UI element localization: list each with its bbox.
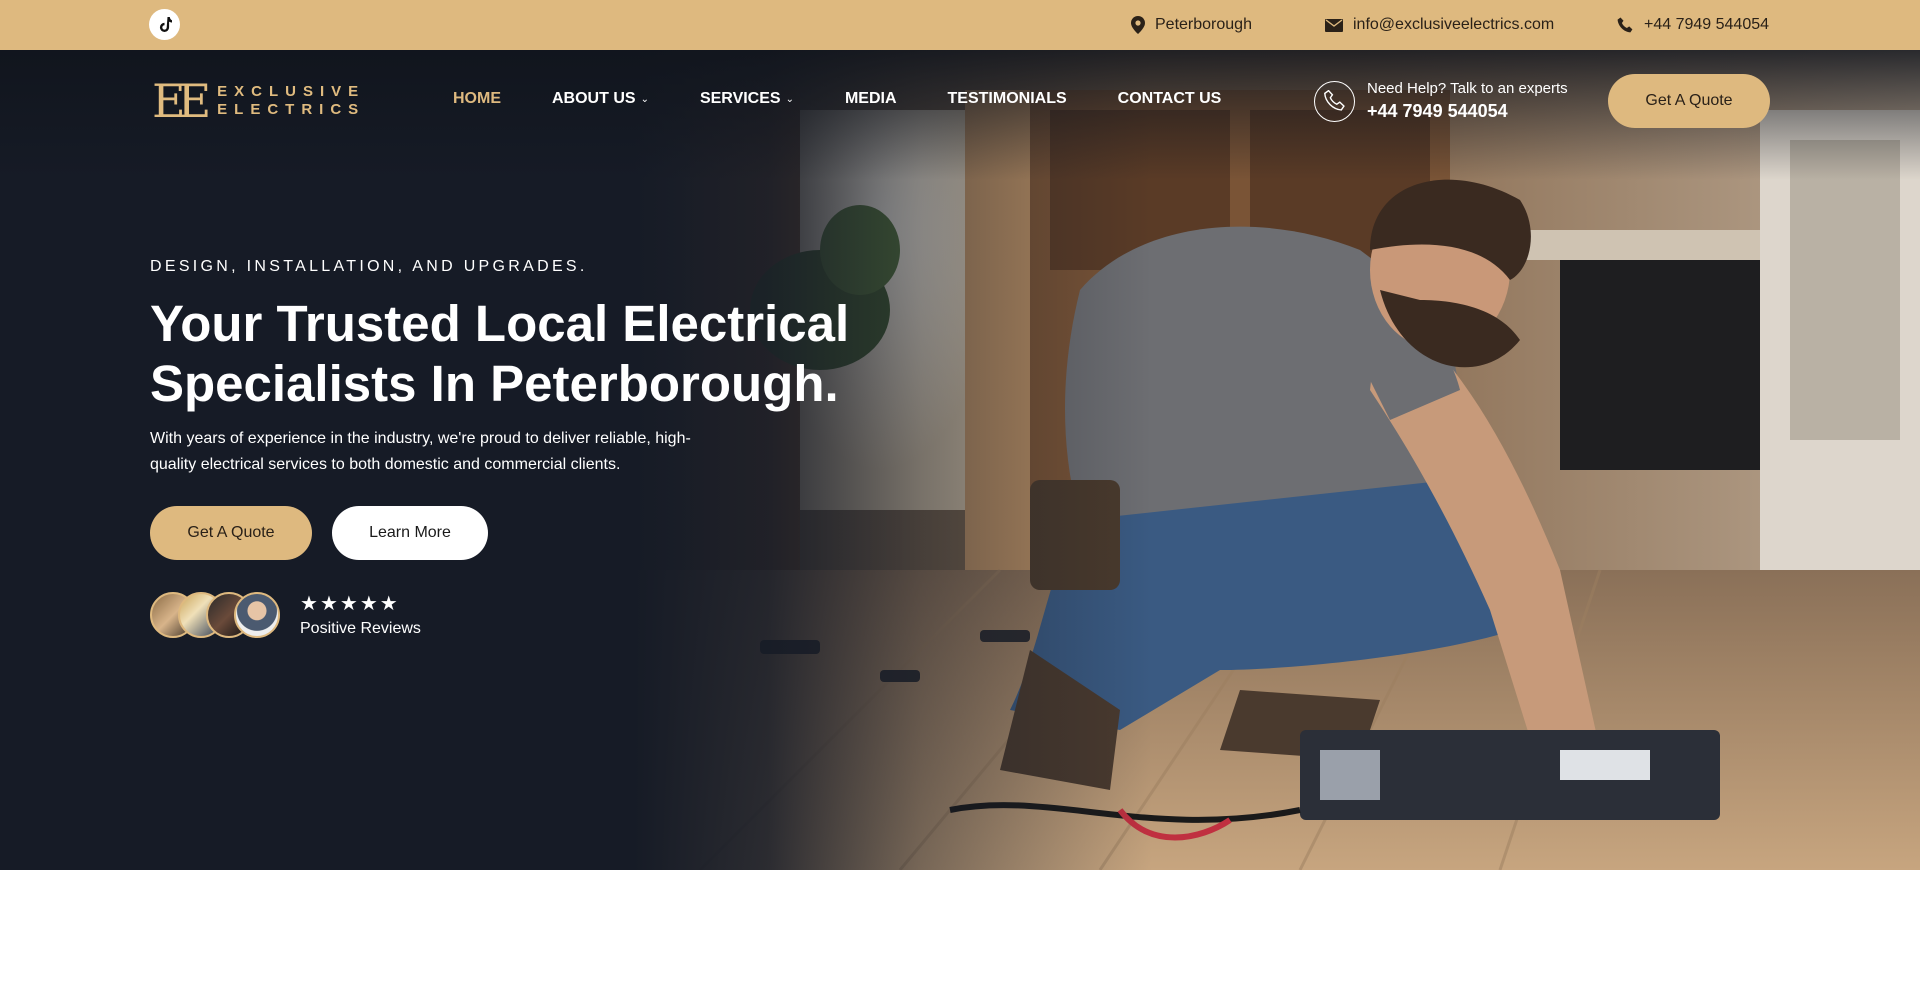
nav-services-label: SERVICES	[699, 90, 781, 107]
hero-get-quote-button[interactable]: Get A Quote	[150, 506, 312, 560]
help-text: Need Help? Talk to an experts +44 7949 5…	[1367, 80, 1568, 122]
header-help-contact[interactable]: Need Help? Talk to an experts +44 7949 5…	[1314, 80, 1568, 122]
hero-headline-line-2: Specialists In Peterborough.	[150, 355, 839, 412]
avatar	[234, 592, 280, 638]
topbar-phone-text: +44 7949 544054	[1644, 16, 1770, 33]
reviews-label: Positive Reviews	[300, 620, 421, 637]
topbar-phone[interactable]: +44 7949 544054	[1617, 0, 1769, 50]
logo-wordmark: EXCLUSIVE ELECTRICS	[217, 83, 365, 119]
hero-learn-more-button[interactable]: Learn More	[332, 506, 488, 560]
nav-about-label: ABOUT US	[552, 90, 636, 107]
star-icon: ★	[319, 593, 338, 615]
nav-item-media[interactable]: MEDIA	[845, 90, 897, 108]
nav-home-label: HOME	[453, 90, 501, 107]
nav-item-testimonials[interactable]: TESTIMONIALS	[948, 90, 1067, 108]
tiktok-icon[interactable]	[149, 9, 180, 40]
chevron-down-icon: ⌄	[785, 93, 794, 105]
top-bar: Peterborough info@exclusiveelectrics.com…	[0, 0, 1920, 50]
reviewer-avatars	[150, 592, 280, 638]
nav-item-about[interactable]: ABOUT US ⌄	[552, 90, 649, 108]
star-icon: ★	[300, 593, 318, 615]
nav-item-contact[interactable]: CONTACT US	[1118, 90, 1222, 108]
topbar-location-text: Peterborough	[1155, 16, 1252, 33]
hero-headline-line-1: Your Trusted Local Electrical	[150, 295, 850, 352]
logo-line-1: EXCLUSIVE	[217, 83, 366, 100]
hero-headline: Your Trusted Local Electrical Specialist…	[150, 294, 870, 414]
chevron-down-icon: ⌄	[640, 93, 649, 105]
rating-stars: ★ ★ ★ ★ ★	[300, 594, 398, 614]
logo-line-2: ELECTRICS	[217, 101, 366, 118]
topbar-location[interactable]: Peterborough	[1131, 0, 1252, 50]
nav-item-home[interactable]: HOME	[453, 90, 501, 108]
star-icon: ★	[339, 593, 358, 615]
location-pin-icon	[1131, 16, 1145, 34]
hero-lead-text: With years of experience in the industry…	[150, 430, 691, 473]
star-icon: ★	[379, 593, 398, 615]
main-nav: HOME ABOUT US ⌄ SERVICES ⌄ MEDIA TESTIMO…	[453, 90, 1272, 108]
hero-section: EE EXCLUSIVE ELECTRICS HOME ABOUT US ⌄ S…	[0, 50, 1920, 870]
logo-mark: EE	[152, 74, 211, 128]
nav-media-label: MEDIA	[844, 90, 897, 107]
hero-eyebrow: DESIGN, INSTALLATION, AND UPGRADES.	[150, 258, 588, 275]
nav-item-services[interactable]: SERVICES ⌄	[700, 90, 794, 108]
header-get-quote-button[interactable]: Get A Quote	[1608, 74, 1770, 128]
site-logo[interactable]: EE EXCLUSIVE ELECTRICS	[152, 78, 365, 124]
nav-contact-label: CONTACT US	[1117, 90, 1222, 107]
help-caption: Need Help? Talk to an experts	[1367, 80, 1568, 97]
nav-testimonials-label: TESTIMONIALS	[947, 90, 1067, 107]
phone-icon	[1617, 17, 1633, 32]
phone-circle-icon	[1314, 80, 1355, 122]
mail-icon	[1325, 18, 1343, 32]
help-phone-number: +44 7949 544054	[1367, 101, 1508, 121]
topbar-email-text: info@exclusiveelectrics.com	[1353, 16, 1555, 33]
star-icon: ★	[359, 593, 378, 615]
topbar-email[interactable]: info@exclusiveelectrics.com	[1325, 0, 1554, 50]
